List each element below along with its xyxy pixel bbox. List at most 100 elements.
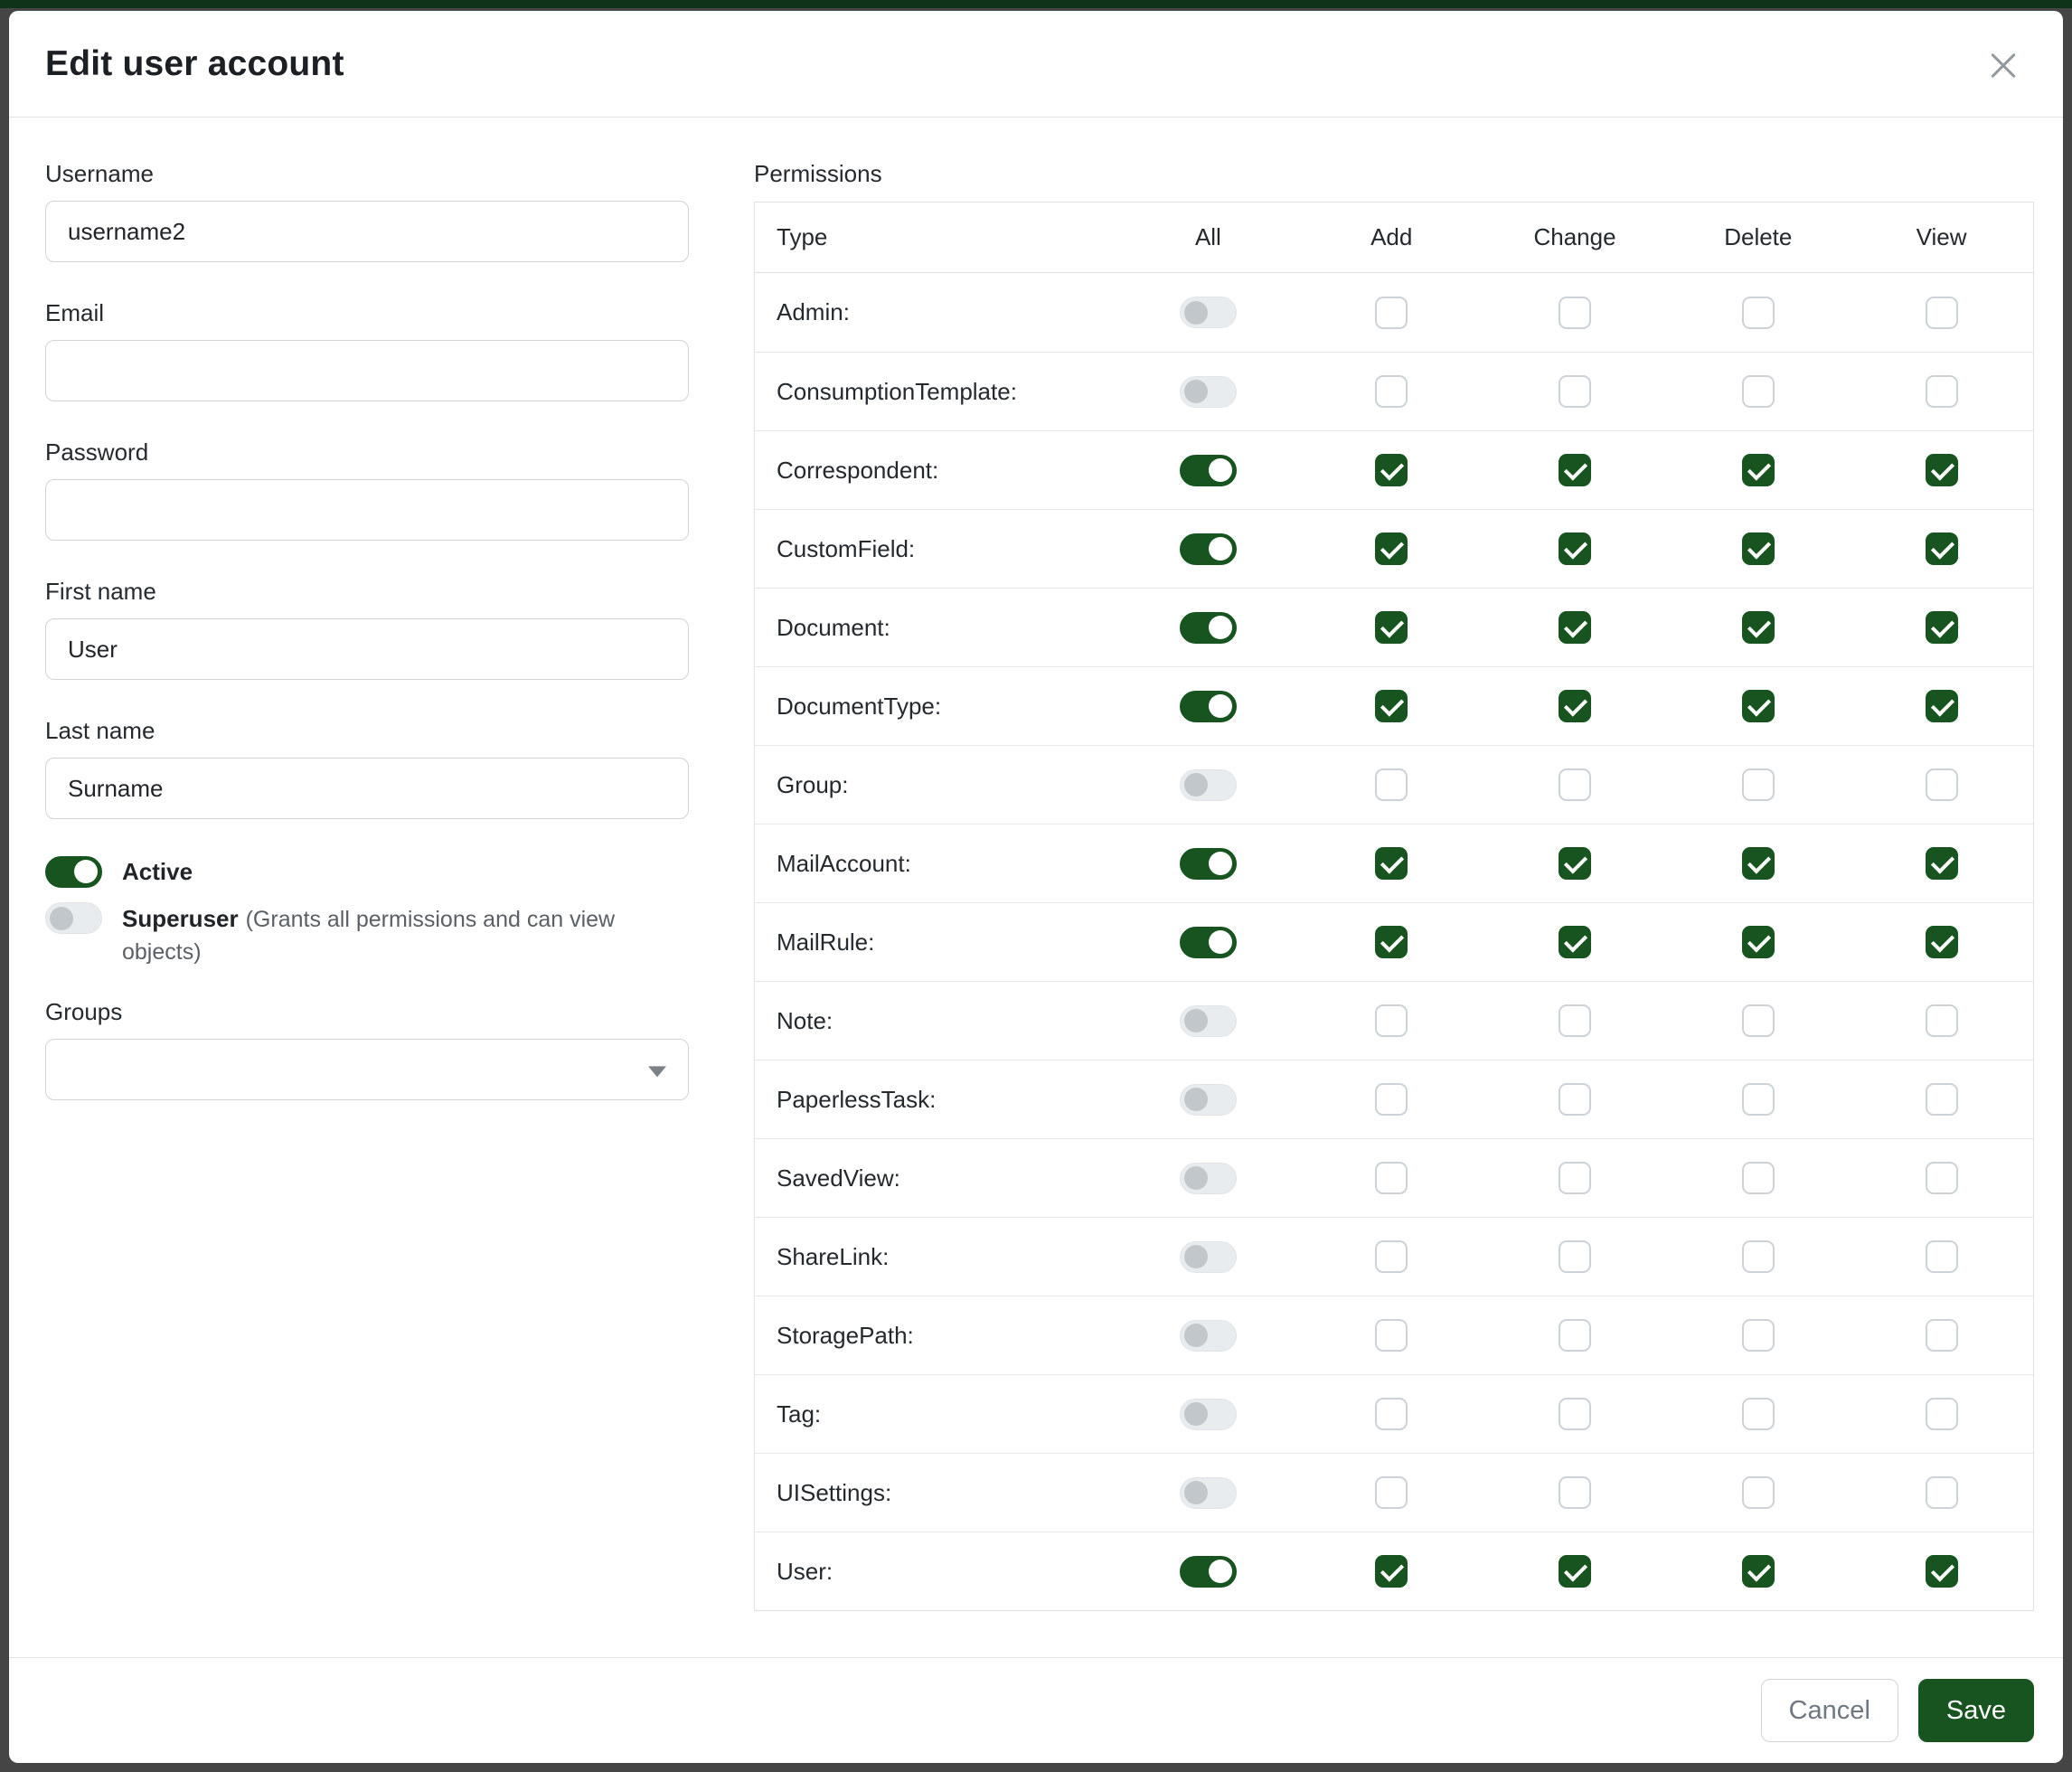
permission-view-checkbox[interactable] — [1926, 375, 1958, 408]
groups-select[interactable] — [45, 1039, 689, 1100]
permission-all-toggle[interactable] — [1180, 1005, 1237, 1037]
permission-delete-checkbox[interactable] — [1742, 375, 1775, 408]
permission-add-checkbox[interactable] — [1375, 926, 1408, 958]
username-input[interactable] — [45, 201, 689, 262]
permission-all-toggle[interactable] — [1180, 769, 1237, 801]
permission-delete-checkbox[interactable] — [1742, 1476, 1775, 1509]
password-input[interactable] — [45, 479, 689, 541]
permission-type-label: UISettings: — [755, 1479, 1116, 1507]
permission-change-checkbox[interactable] — [1559, 375, 1591, 408]
permission-change-checkbox[interactable] — [1559, 690, 1591, 722]
permission-all-toggle[interactable] — [1180, 1163, 1237, 1194]
permission-row: ShareLink: — [755, 1217, 2033, 1296]
permission-add-checkbox[interactable] — [1375, 533, 1408, 565]
permission-change-checkbox[interactable] — [1559, 926, 1591, 958]
permission-all-toggle[interactable] — [1180, 1399, 1237, 1430]
permission-add-checkbox[interactable] — [1375, 690, 1408, 722]
active-toggle[interactable] — [45, 856, 102, 888]
permission-add-checkbox[interactable] — [1375, 1240, 1408, 1273]
permission-change-checkbox[interactable] — [1559, 1004, 1591, 1037]
permission-row: UISettings: — [755, 1453, 2033, 1532]
first-name-input[interactable] — [45, 618, 689, 680]
permission-add-checkbox[interactable] — [1375, 1083, 1408, 1116]
permission-change-checkbox[interactable] — [1559, 611, 1591, 644]
permission-view-checkbox[interactable] — [1926, 533, 1958, 565]
permission-delete-checkbox[interactable] — [1742, 1240, 1775, 1273]
permission-all-toggle[interactable] — [1180, 376, 1237, 408]
permission-add-checkbox[interactable] — [1375, 1319, 1408, 1352]
close-button[interactable] — [1980, 41, 2027, 88]
permission-delete-checkbox[interactable] — [1742, 1398, 1775, 1430]
first-name-field: First name — [45, 577, 689, 680]
permission-all-toggle[interactable] — [1180, 533, 1237, 565]
permission-add-checkbox[interactable] — [1375, 375, 1408, 408]
permission-add-checkbox[interactable] — [1375, 1398, 1408, 1430]
permission-all-toggle[interactable] — [1180, 612, 1237, 644]
permission-add-checkbox[interactable] — [1375, 1162, 1408, 1194]
permission-delete-checkbox[interactable] — [1742, 768, 1775, 801]
permission-change-checkbox[interactable] — [1559, 1319, 1591, 1352]
save-button[interactable]: Save — [1918, 1679, 2034, 1742]
permission-change-checkbox[interactable] — [1559, 768, 1591, 801]
permission-change-checkbox[interactable] — [1559, 1162, 1591, 1194]
permission-all-toggle[interactable] — [1180, 1556, 1237, 1588]
permission-all-toggle[interactable] — [1180, 691, 1237, 722]
cancel-button[interactable]: Cancel — [1761, 1679, 1898, 1742]
permission-delete-checkbox[interactable] — [1742, 533, 1775, 565]
permission-delete-checkbox[interactable] — [1742, 1083, 1775, 1116]
permission-view-checkbox[interactable] — [1926, 1083, 1958, 1116]
permission-add-checkbox[interactable] — [1375, 611, 1408, 644]
permission-change-checkbox[interactable] — [1559, 1476, 1591, 1509]
permission-all-toggle[interactable] — [1180, 848, 1237, 880]
permission-change-checkbox[interactable] — [1559, 533, 1591, 565]
permission-delete-checkbox[interactable] — [1742, 611, 1775, 644]
permission-view-checkbox[interactable] — [1926, 454, 1958, 486]
permission-change-checkbox[interactable] — [1559, 1555, 1591, 1588]
permission-change-checkbox[interactable] — [1559, 1083, 1591, 1116]
permission-add-checkbox[interactable] — [1375, 1476, 1408, 1509]
permission-view-checkbox[interactable] — [1926, 297, 1958, 329]
permission-delete-checkbox[interactable] — [1742, 1319, 1775, 1352]
superuser-toggle[interactable] — [45, 902, 102, 934]
permission-view-checkbox[interactable] — [1926, 1004, 1958, 1037]
permission-delete-checkbox[interactable] — [1742, 297, 1775, 329]
permission-add-checkbox[interactable] — [1375, 297, 1408, 329]
permission-delete-checkbox[interactable] — [1742, 926, 1775, 958]
permission-delete-checkbox[interactable] — [1742, 1162, 1775, 1194]
permission-all-toggle[interactable] — [1180, 1084, 1237, 1116]
permission-change-checkbox[interactable] — [1559, 1240, 1591, 1273]
permission-view-checkbox[interactable] — [1926, 847, 1958, 880]
permission-view-checkbox[interactable] — [1926, 1398, 1958, 1430]
permission-change-checkbox[interactable] — [1559, 297, 1591, 329]
email-input[interactable] — [45, 340, 689, 401]
permission-view-checkbox[interactable] — [1926, 1555, 1958, 1588]
permission-delete-checkbox[interactable] — [1742, 454, 1775, 486]
permission-change-checkbox[interactable] — [1559, 847, 1591, 880]
last-name-input[interactable] — [45, 758, 689, 819]
permission-add-checkbox[interactable] — [1375, 1555, 1408, 1588]
permission-view-checkbox[interactable] — [1926, 611, 1958, 644]
permission-all-toggle[interactable] — [1180, 1477, 1237, 1509]
permission-view-checkbox[interactable] — [1926, 926, 1958, 958]
permission-all-toggle[interactable] — [1180, 1241, 1237, 1273]
permission-view-checkbox[interactable] — [1926, 1476, 1958, 1509]
permission-view-checkbox[interactable] — [1926, 1240, 1958, 1273]
permission-all-toggle[interactable] — [1180, 455, 1237, 486]
permission-delete-checkbox[interactable] — [1742, 1004, 1775, 1037]
permission-all-toggle[interactable] — [1180, 1320, 1237, 1352]
permission-add-checkbox[interactable] — [1375, 768, 1408, 801]
permission-change-checkbox[interactable] — [1559, 454, 1591, 486]
permission-delete-checkbox[interactable] — [1742, 1555, 1775, 1588]
permission-view-checkbox[interactable] — [1926, 690, 1958, 722]
permission-add-checkbox[interactable] — [1375, 1004, 1408, 1037]
permission-all-toggle[interactable] — [1180, 927, 1237, 958]
permission-view-checkbox[interactable] — [1926, 1319, 1958, 1352]
permission-all-toggle[interactable] — [1180, 297, 1237, 328]
permission-delete-checkbox[interactable] — [1742, 847, 1775, 880]
permission-add-checkbox[interactable] — [1375, 454, 1408, 486]
permission-view-checkbox[interactable] — [1926, 1162, 1958, 1194]
permission-change-checkbox[interactable] — [1559, 1398, 1591, 1430]
permission-view-checkbox[interactable] — [1926, 768, 1958, 801]
permission-delete-checkbox[interactable] — [1742, 690, 1775, 722]
permission-add-checkbox[interactable] — [1375, 847, 1408, 880]
